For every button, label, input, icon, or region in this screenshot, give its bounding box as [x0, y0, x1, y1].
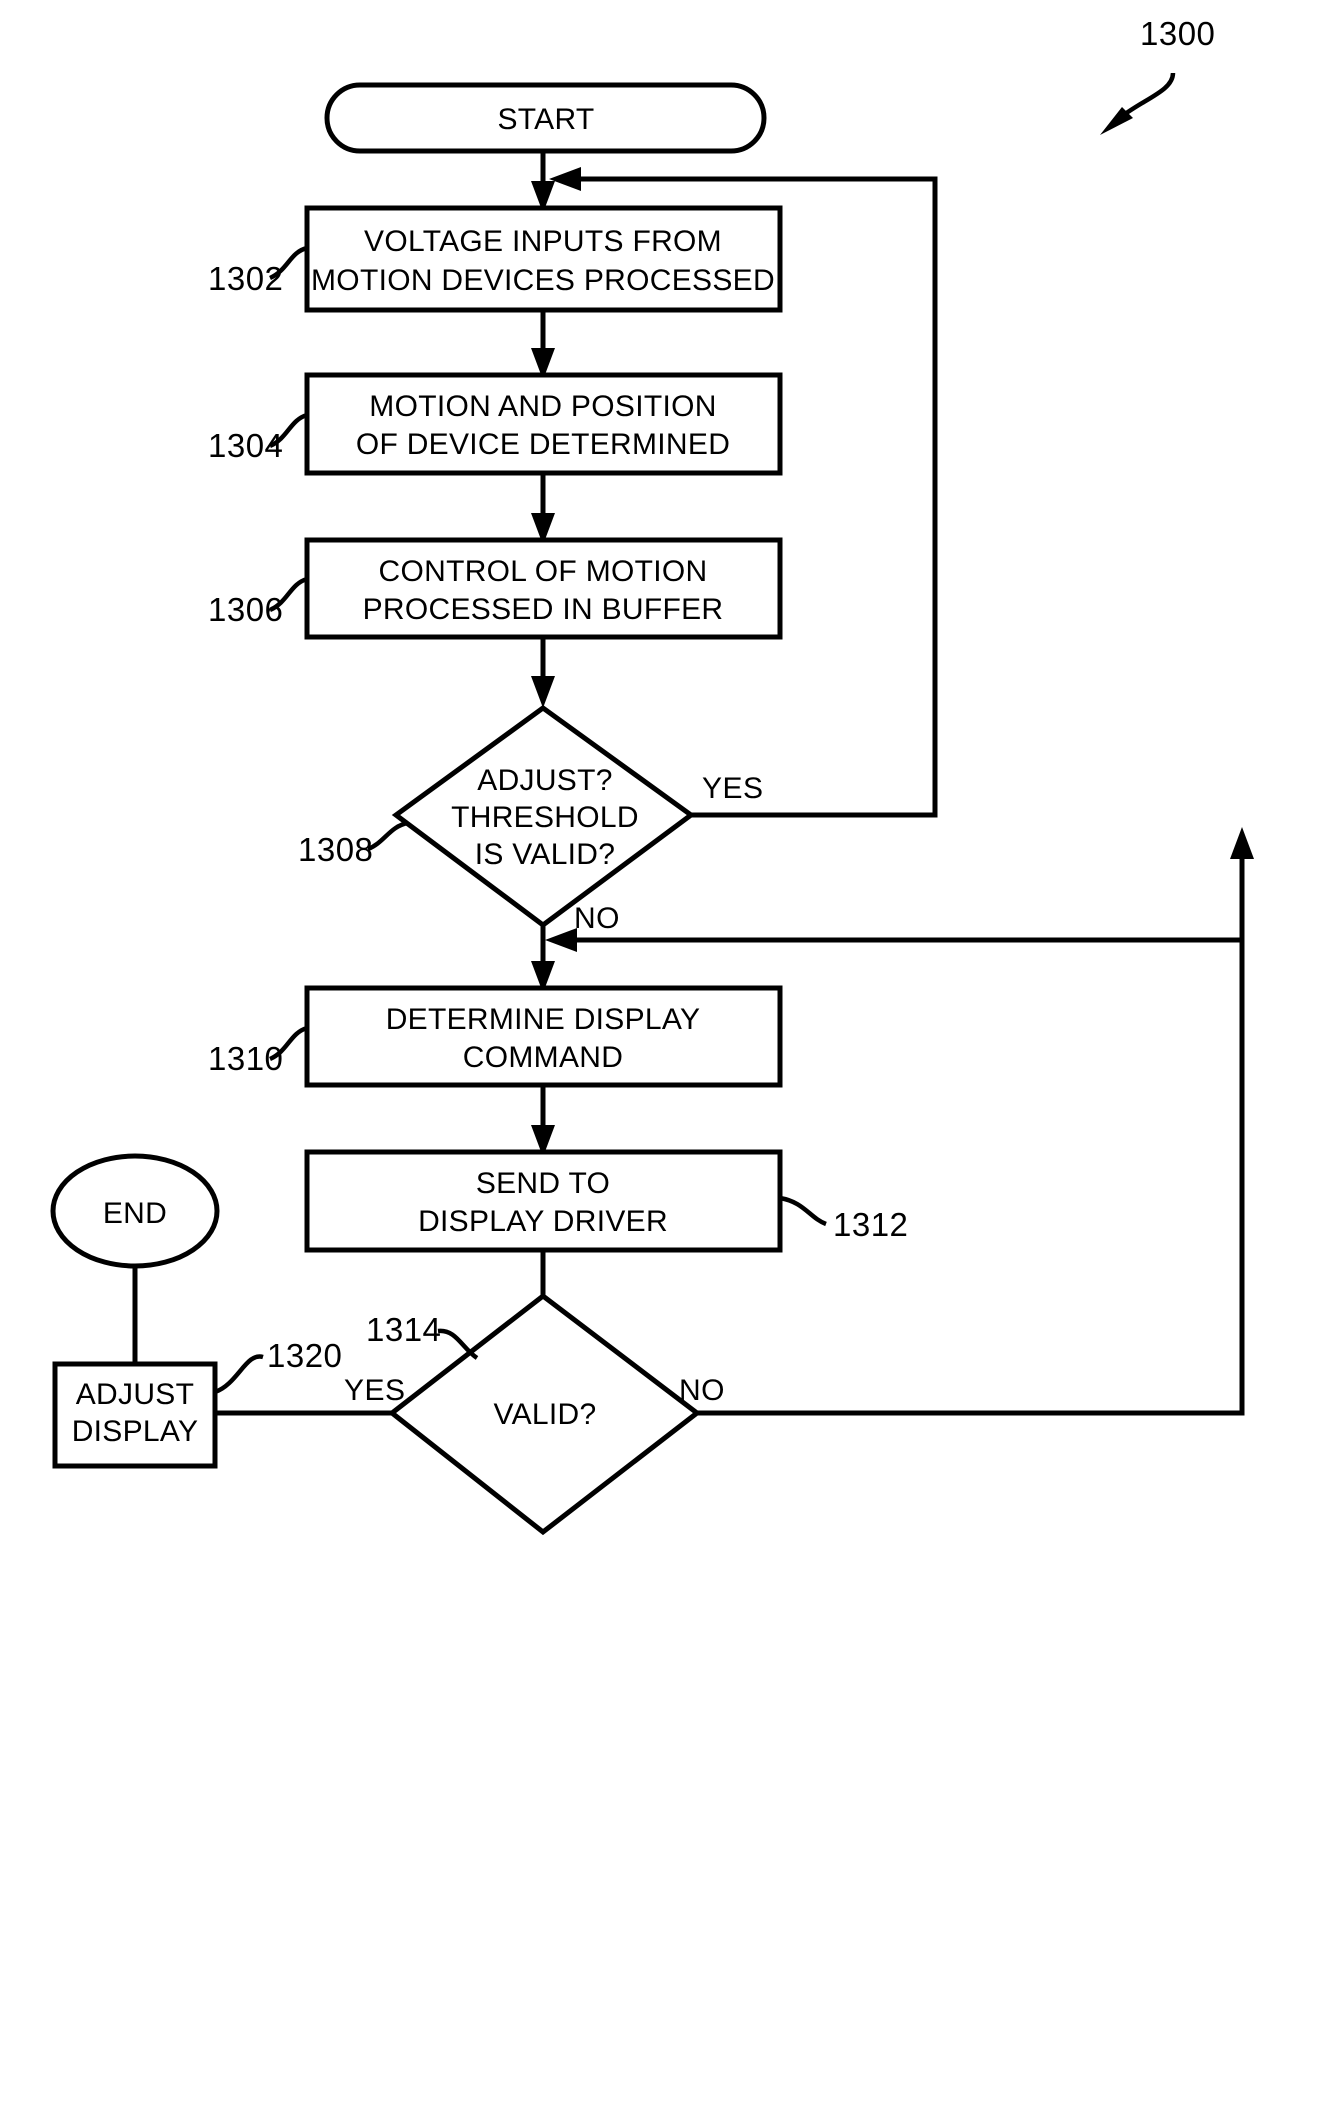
- node-1308[interactable]: ADJUST? THRESHOLD IS VALID?: [391, 704, 696, 929]
- node-1302-line1: VOLTAGE INPUTS FROM: [364, 225, 722, 258]
- flowchart-svg: START VOLTAGE INPUTS FROM MOTION DEVICES…: [50, 15, 1254, 1536]
- ref-1314: 1314: [366, 1311, 479, 1360]
- ref-1304: 1304: [208, 412, 308, 464]
- ref-1314-label: 1314: [366, 1311, 441, 1348]
- ref-1312-label: 1312: [833, 1206, 908, 1243]
- node-end-label: END: [103, 1197, 167, 1230]
- ref-1302: 1302: [208, 245, 308, 297]
- ref-1308: 1308: [298, 820, 409, 868]
- connector-1308-no-to-1310: [531, 925, 555, 993]
- node-start[interactable]: START: [324, 82, 767, 154]
- node-1320-line2: DISPLAY: [72, 1415, 199, 1448]
- connector-1304-to-1306: [531, 473, 555, 545]
- ref-1320-label: 1320: [267, 1337, 342, 1374]
- node-1304[interactable]: MOTION AND POSITION OF DEVICE DETERMINED: [304, 372, 783, 476]
- node-1310-line1: DETERMINE DISPLAY: [386, 1003, 701, 1036]
- ref-1310: 1310: [208, 1025, 308, 1077]
- connector-1314-no-feedback: [697, 827, 1254, 1416]
- node-1312-line2: DISPLAY DRIVER: [418, 1205, 668, 1238]
- node-1302-line2: MOTION DEVICES PROCESSED: [311, 264, 775, 297]
- node-1306-line2: PROCESSED IN BUFFER: [363, 593, 724, 626]
- edge-label-1314-yes: YES: [344, 1374, 406, 1407]
- node-1308-line2: THRESHOLD: [451, 801, 639, 834]
- ref-1306: 1306: [208, 576, 308, 628]
- node-1310[interactable]: DETERMINE DISPLAY COMMAND: [304, 985, 783, 1088]
- node-1302[interactable]: VOLTAGE INPUTS FROM MOTION DEVICES PROCE…: [304, 205, 783, 313]
- edge-label-1308-no: NO: [574, 902, 620, 935]
- node-1312[interactable]: SEND TO DISPLAY DRIVER: [304, 1149, 783, 1253]
- node-1314-line1: VALID?: [494, 1398, 597, 1431]
- node-end[interactable]: END: [50, 1153, 220, 1269]
- node-1308-line3: IS VALID?: [475, 838, 616, 871]
- node-1312-line1: SEND TO: [476, 1167, 610, 1200]
- node-1310-line2: COMMAND: [463, 1041, 623, 1074]
- node-1308-line1: ADJUST?: [477, 764, 612, 797]
- connector-1306-to-1308: [531, 637, 555, 708]
- node-1306-line1: CONTROL OF MOTION: [379, 555, 708, 588]
- connector-start-to-1302: [531, 150, 555, 213]
- edge-label-1314-no: NO: [679, 1374, 725, 1407]
- ref-1308-label: 1308: [298, 831, 373, 868]
- connector-1302-to-1304: [531, 310, 555, 380]
- figure-canvas: START VOLTAGE INPUTS FROM MOTION DEVICES…: [0, 0, 1329, 2107]
- connector-no-return-into-stem: [545, 928, 1242, 952]
- node-start-label: START: [497, 103, 594, 136]
- node-1304-line1: MOTION AND POSITION: [369, 390, 716, 423]
- ref-1320: 1320: [214, 1337, 342, 1395]
- edge-label-1308-yes: YES: [702, 772, 764, 805]
- node-1304-line2: OF DEVICE DETERMINED: [356, 428, 730, 461]
- node-1320[interactable]: ADJUST DISPLAY: [52, 1361, 218, 1469]
- ref-1300-label: 1300: [1140, 15, 1215, 52]
- node-1306[interactable]: CONTROL OF MOTION PROCESSED IN BUFFER: [304, 537, 783, 640]
- connector-1310-to-1312: [531, 1085, 555, 1157]
- node-1320-line1: ADJUST: [76, 1378, 194, 1411]
- ref-1312: 1312: [779, 1195, 908, 1243]
- ref-1300: 1300: [1100, 15, 1215, 135]
